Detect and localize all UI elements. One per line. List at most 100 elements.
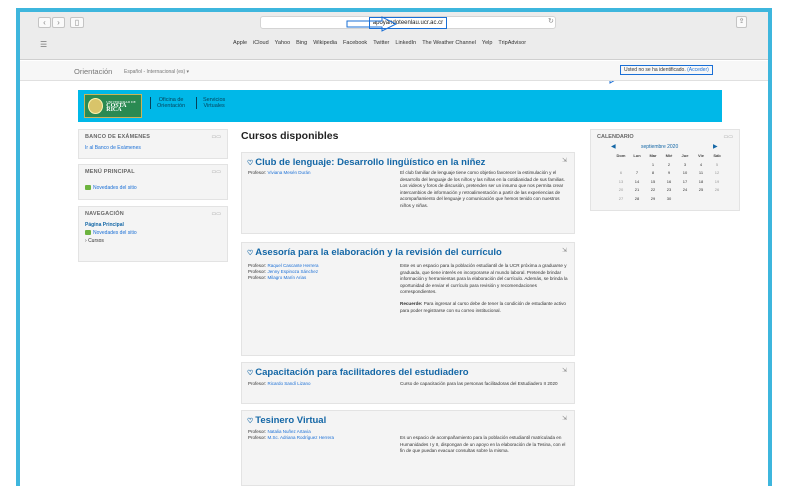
sidebar-button[interactable]: ▯ [70, 17, 84, 28]
calendar-day[interactable]: 17 [677, 178, 693, 186]
calendar-day[interactable]: 11 [693, 169, 709, 177]
course-title-link[interactable]: ♡ Capacitación para facilitadores del est… [247, 367, 469, 378]
course-teachers: Profesor: Raquel Cascante Herrera Profes… [248, 263, 319, 280]
link-novedades[interactable]: Novedades del sitio [85, 185, 137, 191]
ucr-logo[interactable]: UNIVERSIDAD DE COSTA RICA [84, 94, 142, 118]
teacher-link[interactable]: M.Sc. Adriana Rodríguez Herrera [268, 435, 335, 440]
block-navegacion: NAVEGACIÓN ▭▭ Página Principal Novedades… [78, 206, 228, 262]
teacher-link[interactable]: Raquel Cascante Herrera [268, 263, 319, 268]
calendar-day[interactable]: 21 [629, 186, 645, 194]
link-oficina-orientacion[interactable]: Oficina de Orientación [150, 97, 185, 109]
block-controls-icon[interactable]: ▭▭ [212, 134, 221, 140]
course-title-link[interactable]: ♡ Tesinero Virtual [247, 415, 326, 426]
calendar-day[interactable]: 6 [613, 169, 629, 177]
block-title: BANCO DE EXÁMENES [85, 134, 151, 140]
calendar-day[interactable]: 4 [693, 161, 709, 169]
calendar-day[interactable]: 5 [709, 161, 725, 169]
course-card: ♡ Club de lenguaje: Desarrollo lingüístic… [241, 152, 575, 234]
calendar-day[interactable]: 10 [677, 169, 693, 177]
nav-courses-link[interactable]: › Cursos [85, 238, 104, 244]
calendar-day[interactable]: 24 [677, 186, 693, 194]
login-link[interactable]: (Acceder) [687, 67, 709, 73]
bookmark-link[interactable]: Bing [296, 40, 307, 46]
block-controls-icon[interactable]: ▭▭ [724, 134, 733, 140]
calendar-day[interactable]: 2 [661, 161, 677, 169]
bookmark-link[interactable]: Twitter [373, 40, 389, 46]
calendar-day[interactable]: 19 [709, 178, 725, 186]
course-summary: Este es un espacio para la población est… [400, 263, 568, 313]
calendar-prev-icon[interactable]: ◀ [611, 143, 616, 150]
calendar-day[interactable]: 30 [661, 195, 677, 203]
calendar-day[interactable]: 14 [629, 178, 645, 186]
calendar-day[interactable]: 3 [677, 161, 693, 169]
calendar-day [629, 161, 645, 169]
bookmark-link[interactable]: TripAdvisor [498, 40, 526, 46]
teacher-link[interactable]: Milagro Marín Arias [268, 275, 307, 280]
course-teachers: Profesor: Natalia Nuñez Artavia Profesor… [248, 429, 335, 440]
nav-home-link[interactable]: Página Principal [85, 222, 124, 228]
block-title: MENÚ PRINCIPAL [85, 169, 135, 175]
bookmark-link[interactable]: The Weather Channel [422, 40, 476, 46]
bookmark-link[interactable]: Yelp [482, 40, 493, 46]
link-servicios-virtuales[interactable]: Servicios Virtuales [196, 97, 225, 109]
calendar-day[interactable]: 8 [645, 169, 661, 177]
teacher-link[interactable]: Ricardo Sandí Lizano [268, 381, 311, 386]
bookmark-link[interactable]: Facebook [343, 40, 367, 46]
bookmark-link[interactable]: LinkedIn [395, 40, 416, 46]
calendar-day[interactable]: 22 [645, 186, 661, 194]
calendar-day[interactable]: 12 [709, 169, 725, 177]
enter-course-icon[interactable]: ⇲ [562, 367, 567, 374]
nav-news-link[interactable]: Novedades del sitio [85, 230, 137, 236]
bookmark-link[interactable]: Yahoo [275, 40, 291, 46]
address-bar[interactable]: apoyandoteenlau.ucr.ac.cr [260, 16, 556, 29]
calendar-day-header: Jue [681, 153, 689, 158]
forward-button[interactable]: › [52, 17, 65, 28]
bookmark-link[interactable]: iCloud [253, 40, 269, 46]
course-title-link[interactable]: ♡ Asesoría para la elaboración y la revis… [247, 247, 502, 258]
share-icon[interactable]: ⇪ [736, 16, 747, 28]
calendar-day[interactable]: 9 [661, 169, 677, 177]
block-controls-icon[interactable]: ▭▭ [212, 211, 221, 217]
course-card: ♡ Capacitación para facilitadores del est… [241, 362, 575, 404]
block-controls-icon[interactable]: ▭▭ [212, 169, 221, 175]
calendar-day[interactable]: 20 [613, 186, 629, 194]
enter-course-icon[interactable]: ⇲ [562, 157, 567, 164]
page-title: Cursos disponibles [241, 130, 339, 142]
site-banner: UNIVERSIDAD DE COSTA RICA Oficina de Orien… [78, 90, 722, 122]
course-icon: ♡ [247, 160, 254, 167]
calendar-day[interactable]: 16 [661, 178, 677, 186]
login-text: Usted no se ha identificado. [624, 67, 686, 73]
calendar-day[interactable]: 28 [629, 195, 645, 203]
calendar-day[interactable]: 23 [661, 186, 677, 194]
bookmark-link[interactable]: Apple [233, 40, 247, 46]
block-banco-examenes: BANCO DE EXÁMENES ▭▭ Ir al Banco de Exám… [78, 129, 228, 159]
bookmark-link[interactable]: Wikipedia [313, 40, 337, 46]
calendar-day[interactable]: 29 [645, 195, 661, 203]
calendar-day[interactable]: 15 [645, 178, 661, 186]
calendar-day[interactable]: 18 [693, 178, 709, 186]
calendar-day-header: Dom [616, 153, 626, 158]
teacher-link[interactable]: Natalia Nuñez Artavia [268, 429, 311, 434]
enter-course-icon[interactable]: ⇲ [562, 415, 567, 422]
course-title-link[interactable]: ♡ Club de lenguaje: Desarrollo lingüístic… [247, 157, 485, 168]
calendar-day[interactable]: 26 [709, 186, 725, 194]
calendar-day[interactable]: 1 [645, 161, 661, 169]
link-banco-examenes[interactable]: Ir al Banco de Exámenes [85, 145, 141, 151]
reload-icon[interactable]: ↻ [548, 17, 554, 25]
back-button[interactable]: ‹ [38, 17, 51, 28]
enter-course-icon[interactable]: ⇲ [562, 247, 567, 254]
site-name[interactable]: Orientación [74, 67, 112, 76]
calendar-day[interactable]: 7 [629, 169, 645, 177]
forum-icon [85, 185, 91, 191]
language-selector[interactable]: Español - Internacional (es) ▾ [124, 69, 189, 75]
calendar-day[interactable]: 25 [693, 186, 709, 194]
calendar-month[interactable]: septiembre 2020 [641, 144, 678, 150]
calendar-next-icon[interactable]: ▶ [713, 143, 718, 150]
course-teachers: Profesor: Ricardo Sandí Lizano [248, 381, 311, 386]
calendar-day[interactable]: 27 [613, 195, 629, 203]
course-icon: ♡ [247, 250, 254, 257]
teacher-link[interactable]: Jenny Espinoza Sánchez [268, 269, 319, 274]
menu-icon[interactable]: ☰ [40, 40, 47, 49]
calendar-day[interactable]: 13 [613, 178, 629, 186]
teacher-link[interactable]: Viviana Mesén Durán [268, 170, 311, 175]
